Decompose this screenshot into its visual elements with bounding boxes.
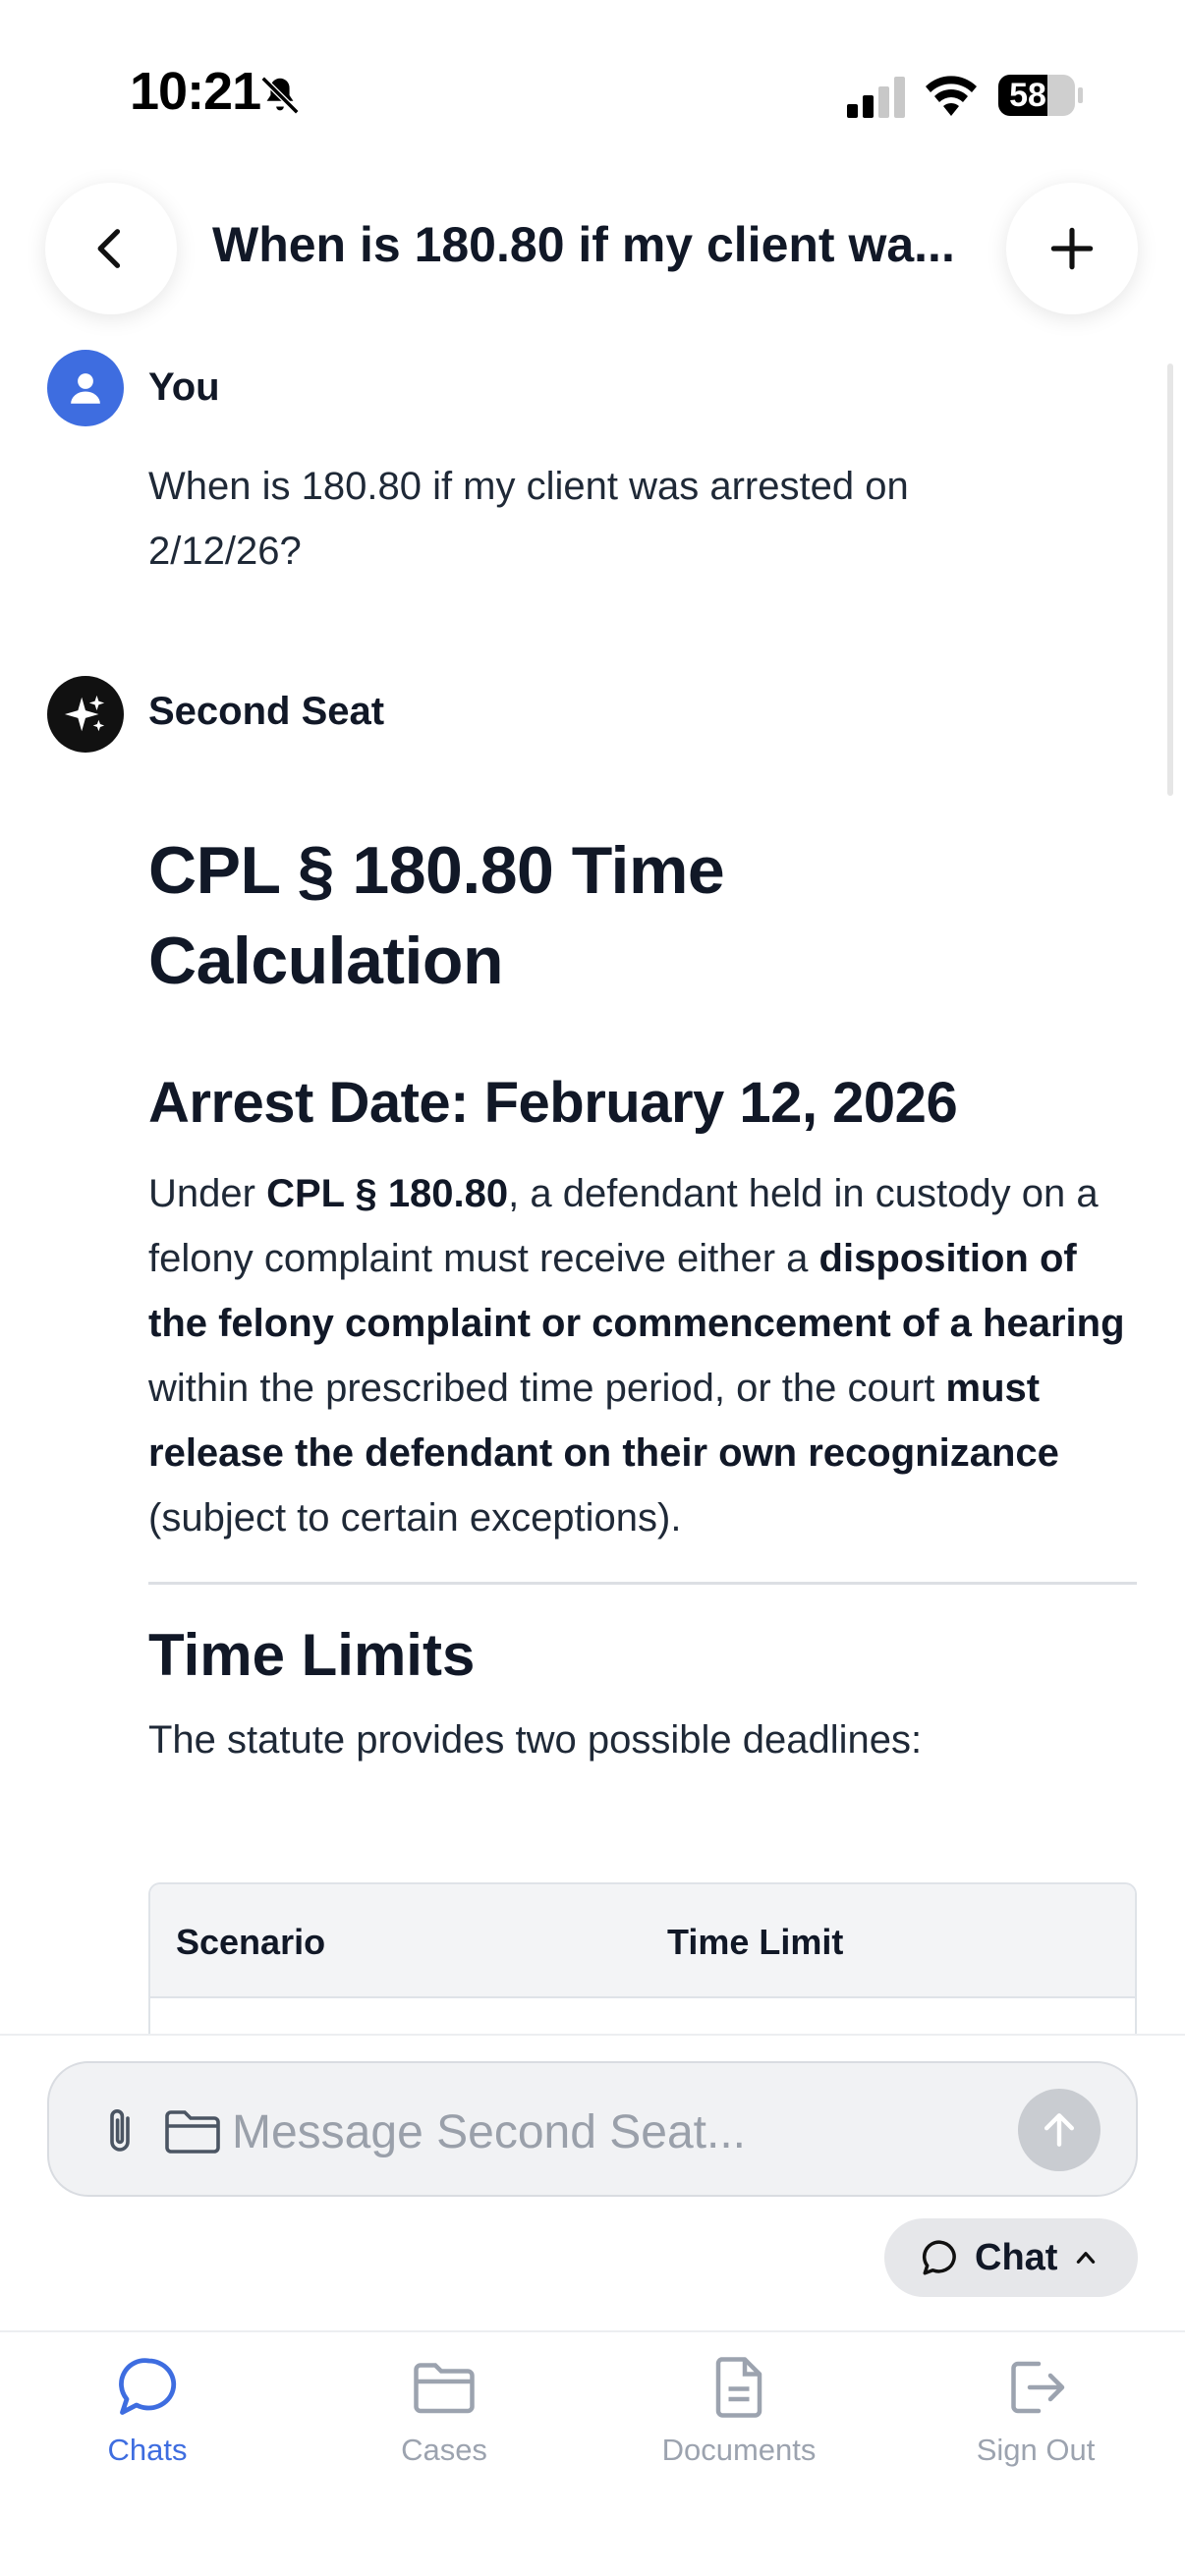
tab-chats[interactable]: Chats	[29, 2352, 265, 2499]
table-header-row: Scenario Time Limit	[150, 1884, 1135, 1998]
paragraph-bold: CPL § 180.80	[266, 1172, 509, 1215]
time-limits-table: Scenario Time Limit	[148, 1882, 1137, 2040]
wifi-icon	[926, 76, 977, 116]
plus-icon	[1050, 227, 1094, 270]
arrow-up-icon	[1044, 2113, 1075, 2147]
section-text: The statute provides two possible deadli…	[148, 1718, 923, 1762]
tab-label: Documents	[661, 2433, 817, 2467]
chevron-up-icon	[1077, 2252, 1096, 2264]
paragraph-text: within the prescribed time period, or th…	[148, 1367, 946, 1410]
response-subheading: Arrest Date: February 12, 2026	[148, 1071, 958, 1135]
tab-bar: Chats Cases Documents Sign Out	[0, 2330, 1185, 2576]
back-button[interactable]	[45, 183, 177, 314]
chevron-left-icon	[97, 229, 121, 268]
paragraph-text: Under	[148, 1172, 267, 1215]
folder-icon	[414, 2363, 475, 2414]
folder-icon[interactable]	[163, 2108, 222, 2156]
bell-slash-icon	[260, 76, 300, 115]
table-header-cell: Time Limit	[667, 1922, 844, 1962]
table-header-cell: Scenario	[176, 1922, 326, 1962]
assistant-avatar	[47, 676, 124, 753]
battery-level: 58	[1009, 77, 1046, 114]
chat-bubble-icon	[119, 2358, 177, 2415]
status-time: 10:21	[130, 62, 261, 121]
section-title: Time Limits	[148, 1622, 476, 1688]
message-input[interactable]	[232, 2093, 880, 2171]
sign-out-icon	[1011, 2361, 1065, 2414]
response-heading: CPL § 180.80 Time Calculation	[148, 833, 725, 998]
user-avatar	[47, 350, 124, 426]
chat-mode-label: Chat	[975, 2236, 1058, 2278]
send-button[interactable]	[1018, 2089, 1100, 2171]
response-paragraph: Under CPL § 180.80, a defendant held in …	[148, 1161, 1137, 1550]
new-chat-button[interactable]	[1006, 183, 1138, 314]
tab-sign-out[interactable]: Sign Out	[918, 2352, 1154, 2499]
tab-label: Cases	[401, 2433, 487, 2467]
paragraph-text: (subject to certain exceptions).	[148, 1496, 682, 1540]
user-message-text: When is 180.80 if my client was arrested…	[148, 465, 909, 573]
sparkles-icon	[64, 695, 105, 732]
assistant-sender-name: Second Seat	[148, 690, 385, 733]
user-sender-name: You	[148, 365, 220, 409]
chat-bubble-icon	[922, 2240, 956, 2275]
person-icon	[71, 373, 100, 404]
composer: Chat	[0, 2034, 1185, 2332]
status-bar: 10:21 58	[0, 0, 1185, 187]
tab-documents[interactable]: Documents	[621, 2352, 857, 2499]
page-title: When is 180.80 if my client wa...	[212, 217, 955, 272]
chat-header: When is 180.80 if my client wa...	[0, 177, 1185, 324]
scrollbar[interactable]	[1167, 364, 1173, 796]
message-input-box	[47, 2061, 1138, 2197]
assistant-message: CPL § 180.80 Time Calculation Arrest Dat…	[148, 825, 1137, 1767]
tab-cases[interactable]: Cases	[326, 2352, 562, 2499]
tab-label: Chats	[107, 2433, 188, 2467]
document-icon	[715, 2357, 762, 2418]
signal-icon	[847, 77, 905, 118]
divider	[148, 1582, 1137, 1585]
paperclip-icon[interactable]	[96, 2104, 143, 2159]
chat-mode-selector[interactable]: Chat	[884, 2218, 1138, 2297]
tab-label: Sign Out	[976, 2433, 1096, 2467]
